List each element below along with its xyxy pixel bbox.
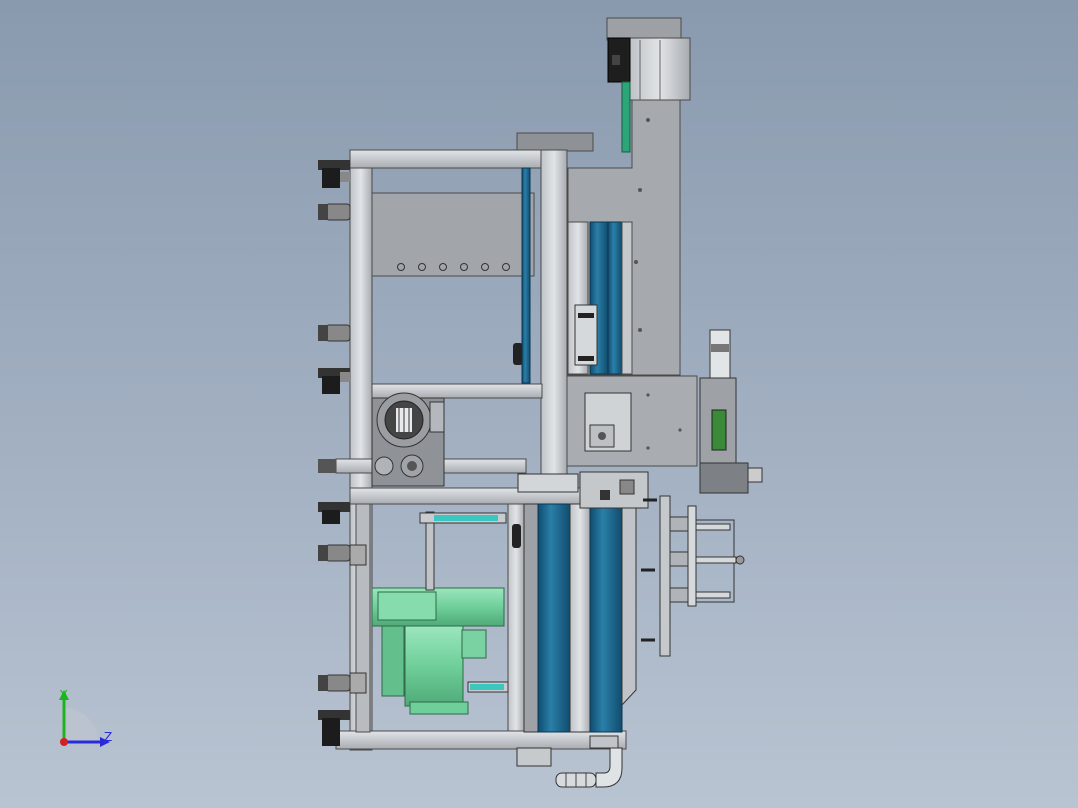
pneumatic-cylinder [699,329,763,494]
caster-8 [318,672,367,694]
carriage-block [566,375,698,467]
upper-side-panel [371,192,535,365]
x-axis-dot [60,738,68,746]
caster-7 [318,544,367,566]
caster-3 [318,324,351,342]
vertical-rail-assembly [567,221,633,375]
machine-assembly-model[interactable] [0,0,1078,808]
y-axis-label: Y [60,688,68,702]
caster-6 [318,502,350,524]
triad-plane-shading [64,708,98,742]
upper-blue-guard [521,167,531,384]
side-gripper-plate [641,495,745,657]
caster-4 [318,368,350,394]
blower-fan [371,392,445,487]
top-cover-block [516,132,594,152]
z-axis-label: Z [104,730,113,744]
caster-1 [318,160,350,188]
caster-5 [318,459,336,473]
cad-viewport[interactable]: Y Z [0,0,1078,808]
caster-2 [318,203,351,221]
axis-triad: Y Z [50,684,120,754]
conveyor-belt [512,503,637,733]
